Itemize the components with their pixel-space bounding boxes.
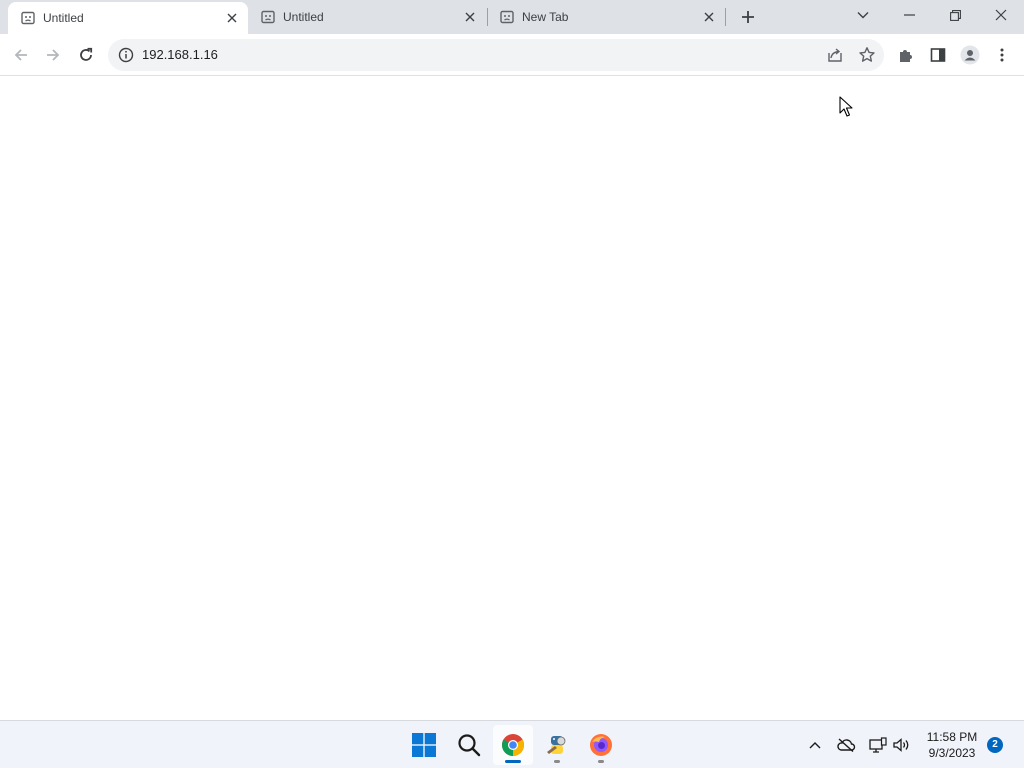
plus-icon [742,11,754,23]
tab-untitled-1[interactable]: Untitled [8,2,248,34]
close-window-button[interactable] [978,0,1024,30]
profile-icon [960,45,980,65]
taskbar-app-firefox[interactable] [581,725,621,765]
show-hidden-icons-button[interactable] [805,735,825,755]
side-panel-button[interactable] [925,42,951,68]
running-app-indicator [598,760,604,763]
clock-date: 9/3/2023 [928,746,976,760]
network-icon [869,737,887,753]
restore-button[interactable] [932,0,978,30]
tab-search-button[interactable] [840,0,886,30]
share-icon[interactable] [826,46,844,64]
python-app-icon [547,736,566,754]
volume-tray-button[interactable] [892,735,912,755]
mouse-cursor-icon [839,96,853,117]
reload-icon [80,47,93,61]
profile-button[interactable] [957,42,983,68]
firefox-icon [590,734,612,756]
address-bar[interactable]: 192.168.1.16 [108,39,884,71]
tab-title: New Tab [522,10,569,24]
tab-title: Untitled [43,11,84,25]
arrow-right-icon [47,49,60,61]
search-button[interactable] [449,725,489,765]
page-favicon-icon [261,10,275,24]
minimize-button[interactable] [886,0,932,30]
back-button[interactable] [8,42,34,68]
chrome-icon [502,734,524,756]
search-icon [458,734,481,757]
active-app-indicator [505,760,521,763]
taskbar-clock[interactable]: 11:58 PM 9/3/2023 [918,729,986,761]
clock-time: 11:58 PM [926,730,978,744]
tab-title: Untitled [283,10,324,24]
new-tab-button[interactable] [738,7,758,27]
taskbar-app-python[interactable] [537,725,577,765]
onedrive-tray-button[interactable] [836,735,856,755]
taskbar-app-chrome[interactable] [493,725,533,765]
url-text[interactable]: 192.168.1.16 [142,47,218,62]
side-panel-icon [930,48,946,62]
arrow-left-icon [14,49,27,61]
tab-untitled-2[interactable]: Untitled [248,0,486,34]
notification-badge[interactable]: 2 [987,737,1003,753]
running-app-indicator [554,760,560,763]
menu-button[interactable] [989,42,1015,68]
kebab-menu-icon [1000,48,1004,62]
page-content[interactable] [0,77,1024,720]
chevron-down-icon [857,12,869,19]
reload-button[interactable] [73,42,99,68]
star-icon[interactable] [858,46,876,64]
forward-button[interactable] [40,42,66,68]
taskbar: 11:58 PM 9/3/2023 2 [0,720,1024,768]
tab-new-tab[interactable]: New Tab [487,0,725,34]
extensions-button[interactable] [893,42,919,68]
tab-separator [725,8,726,26]
minimize-icon [903,14,915,16]
browser-toolbar: 192.168.1.16 [0,34,1024,76]
cloud-offline-icon [837,738,856,752]
chevron-up-icon [809,742,821,749]
volume-icon [893,738,909,752]
page-favicon-icon [21,11,35,25]
windows-logo-icon [412,733,436,757]
page-favicon-icon [500,10,514,24]
puzzle-icon [900,50,912,62]
tab-close-icon[interactable] [701,9,717,25]
close-icon [995,9,1007,21]
tab-strip: Untitled Untitled New Tab [0,0,1024,34]
info-icon[interactable] [118,47,134,63]
restore-icon [949,9,961,21]
network-tray-button[interactable] [868,735,888,755]
tab-close-icon[interactable] [462,9,478,25]
start-button[interactable] [404,725,444,765]
tab-close-icon[interactable] [224,10,240,26]
